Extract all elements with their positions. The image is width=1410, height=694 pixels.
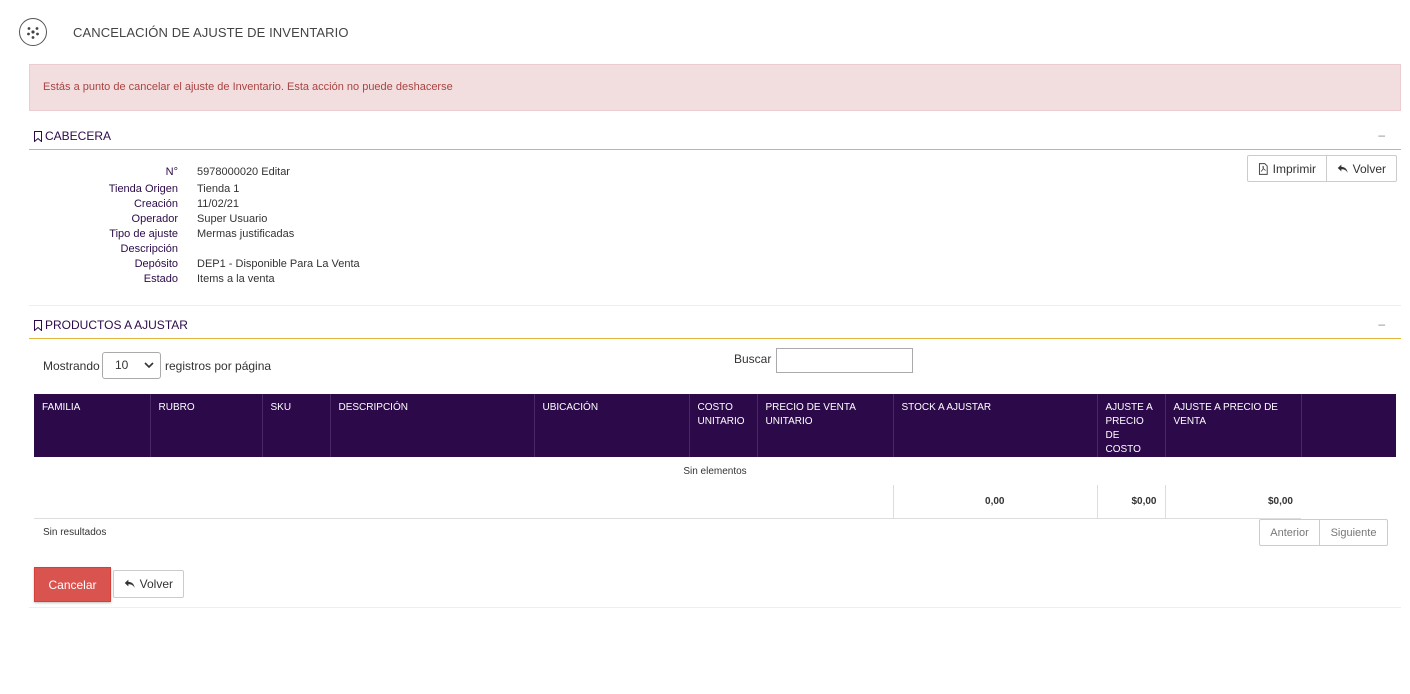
field-value: 11/02/21 <box>197 198 240 210</box>
products-table: FAMILIA RUBRO SKU DESCRIPCIÓN UBICACIÓN … <box>34 394 1396 519</box>
total-venta: $0,00 <box>1164 485 1301 519</box>
pagination: Anterior Siguiente <box>1259 519 1388 546</box>
section-divider <box>29 305 1401 306</box>
field-numero: N° 5978000020 Editar <box>40 166 640 181</box>
field-value: DEP1 - Disponible Para La Venta <box>197 258 360 270</box>
total-costo: $0,00 <box>1096 485 1165 519</box>
field-label: N° <box>165 166 178 178</box>
warning-alert: Estás a punto de cancelar el ajuste de I… <box>29 64 1401 111</box>
next-page-button[interactable]: Siguiente <box>1320 519 1388 546</box>
field-descripcion: Descripción <box>40 243 640 258</box>
header-back-button[interactable]: Volver <box>1327 155 1397 182</box>
page-title: CANCELACIÓN DE AJUSTE DE INVENTARIO <box>73 25 349 40</box>
table-info: Sin resultados <box>43 527 107 538</box>
field-tipo-ajuste: Tipo de ajuste Mermas justificadas <box>40 228 640 243</box>
field-creacion: Creación 11/02/21 <box>40 198 640 213</box>
field-label: Tienda Origen <box>108 183 178 195</box>
bookmark-icon <box>34 319 42 331</box>
empty-message: Sin elementos <box>683 465 747 477</box>
footer-back-button[interactable]: Volver <box>113 570 184 598</box>
field-label: Operador <box>131 213 178 225</box>
column-header-descripcion[interactable]: DESCRIPCIÓN <box>330 394 535 457</box>
field-label: Tipo de ajuste <box>109 228 178 240</box>
length-suffix: registros por página <box>165 359 272 373</box>
page-length-select[interactable]: 10 <box>102 352 161 379</box>
page-header: CANCELACIÓN DE AJUSTE DE INVENTARIO <box>0 0 1410 64</box>
cabecera-title: CABECERA <box>45 129 112 143</box>
field-value: Super Usuario <box>197 213 268 225</box>
field-label: Descripción <box>120 243 178 255</box>
field-estado: Estado Items a la venta <box>40 273 640 288</box>
header-back-label: Volver <box>1352 161 1386 176</box>
print-button-label: Imprimir <box>1272 161 1316 176</box>
reply-arrow-icon <box>1337 164 1348 173</box>
field-value: Tienda 1 <box>197 183 240 195</box>
reply-arrow-icon <box>124 579 135 588</box>
print-button[interactable]: Imprimir <box>1247 155 1327 182</box>
column-header-familia[interactable]: FAMILIA <box>34 394 151 457</box>
column-header-costo-unitario[interactable]: COSTO UNITARIO <box>689 394 758 457</box>
cabecera-collapse-toggle[interactable]: – <box>1378 128 1385 142</box>
column-header-precio-venta-unitario[interactable]: PRECIO DE VENTA UNITARIO <box>757 394 894 457</box>
column-header-ubicacion[interactable]: UBICACIÓN <box>534 394 690 457</box>
column-header-rubro[interactable]: RUBRO <box>150 394 263 457</box>
productos-collapse-toggle[interactable]: – <box>1378 317 1385 331</box>
field-operador: Operador Super Usuario <box>40 213 640 228</box>
search-input[interactable] <box>776 348 913 373</box>
table-header-row: FAMILIA RUBRO SKU DESCRIPCIÓN UBICACIÓN … <box>34 394 1396 457</box>
column-header-stock-ajustar[interactable]: STOCK A AJUSTAR <box>893 394 1098 457</box>
column-header-actions <box>1301 394 1396 457</box>
cancel-adjustment-button[interactable]: Cancelar <box>34 567 111 602</box>
previous-page-button[interactable]: Anterior <box>1259 519 1320 546</box>
field-label: Creación <box>133 198 178 210</box>
pdf-file-icon <box>1258 162 1268 175</box>
footer-back-label: Volver <box>139 577 173 591</box>
productos-section-header: PRODUCTOS A AJUSTAR – <box>29 317 1401 339</box>
page-length-value: 10 <box>115 358 129 372</box>
column-header-ajuste-precio-venta[interactable]: AJUSTE A PRECIO DE VENTA <box>1165 394 1302 457</box>
field-value: Mermas justificadas <box>197 228 295 240</box>
field-label: Depósito <box>134 258 178 270</box>
field-value: 5978000020 Editar <box>197 166 290 178</box>
search-label: Buscar <box>734 352 772 366</box>
bookmark-icon <box>34 130 42 142</box>
field-deposito: Depósito DEP1 - Disponible Para La Venta <box>40 258 640 273</box>
column-header-ajuste-precio-costo[interactable]: AJUSTE A PRECIO DE COSTO <box>1097 394 1166 457</box>
chevron-down-icon <box>144 362 154 369</box>
field-value: Items a la venta <box>197 273 275 285</box>
total-stock: 0,00 <box>892 485 1097 519</box>
length-label: Mostrando <box>43 359 100 373</box>
productos-title: PRODUCTOS A AJUSTAR <box>45 318 188 332</box>
field-label: Estado <box>143 273 178 285</box>
field-tienda-origen: Tienda Origen Tienda 1 <box>40 183 640 198</box>
app-logo-icon[interactable] <box>19 18 47 46</box>
cabecera-section-header: CABECERA – <box>29 128 1401 150</box>
column-header-sku[interactable]: SKU <box>262 394 331 457</box>
footer-divider <box>29 607 1401 608</box>
header-button-group: Imprimir Volver <box>1247 155 1397 182</box>
totals-row: 0,00 $0,00 $0,00 <box>34 485 1396 519</box>
empty-row: Sin elementos <box>34 457 1396 485</box>
